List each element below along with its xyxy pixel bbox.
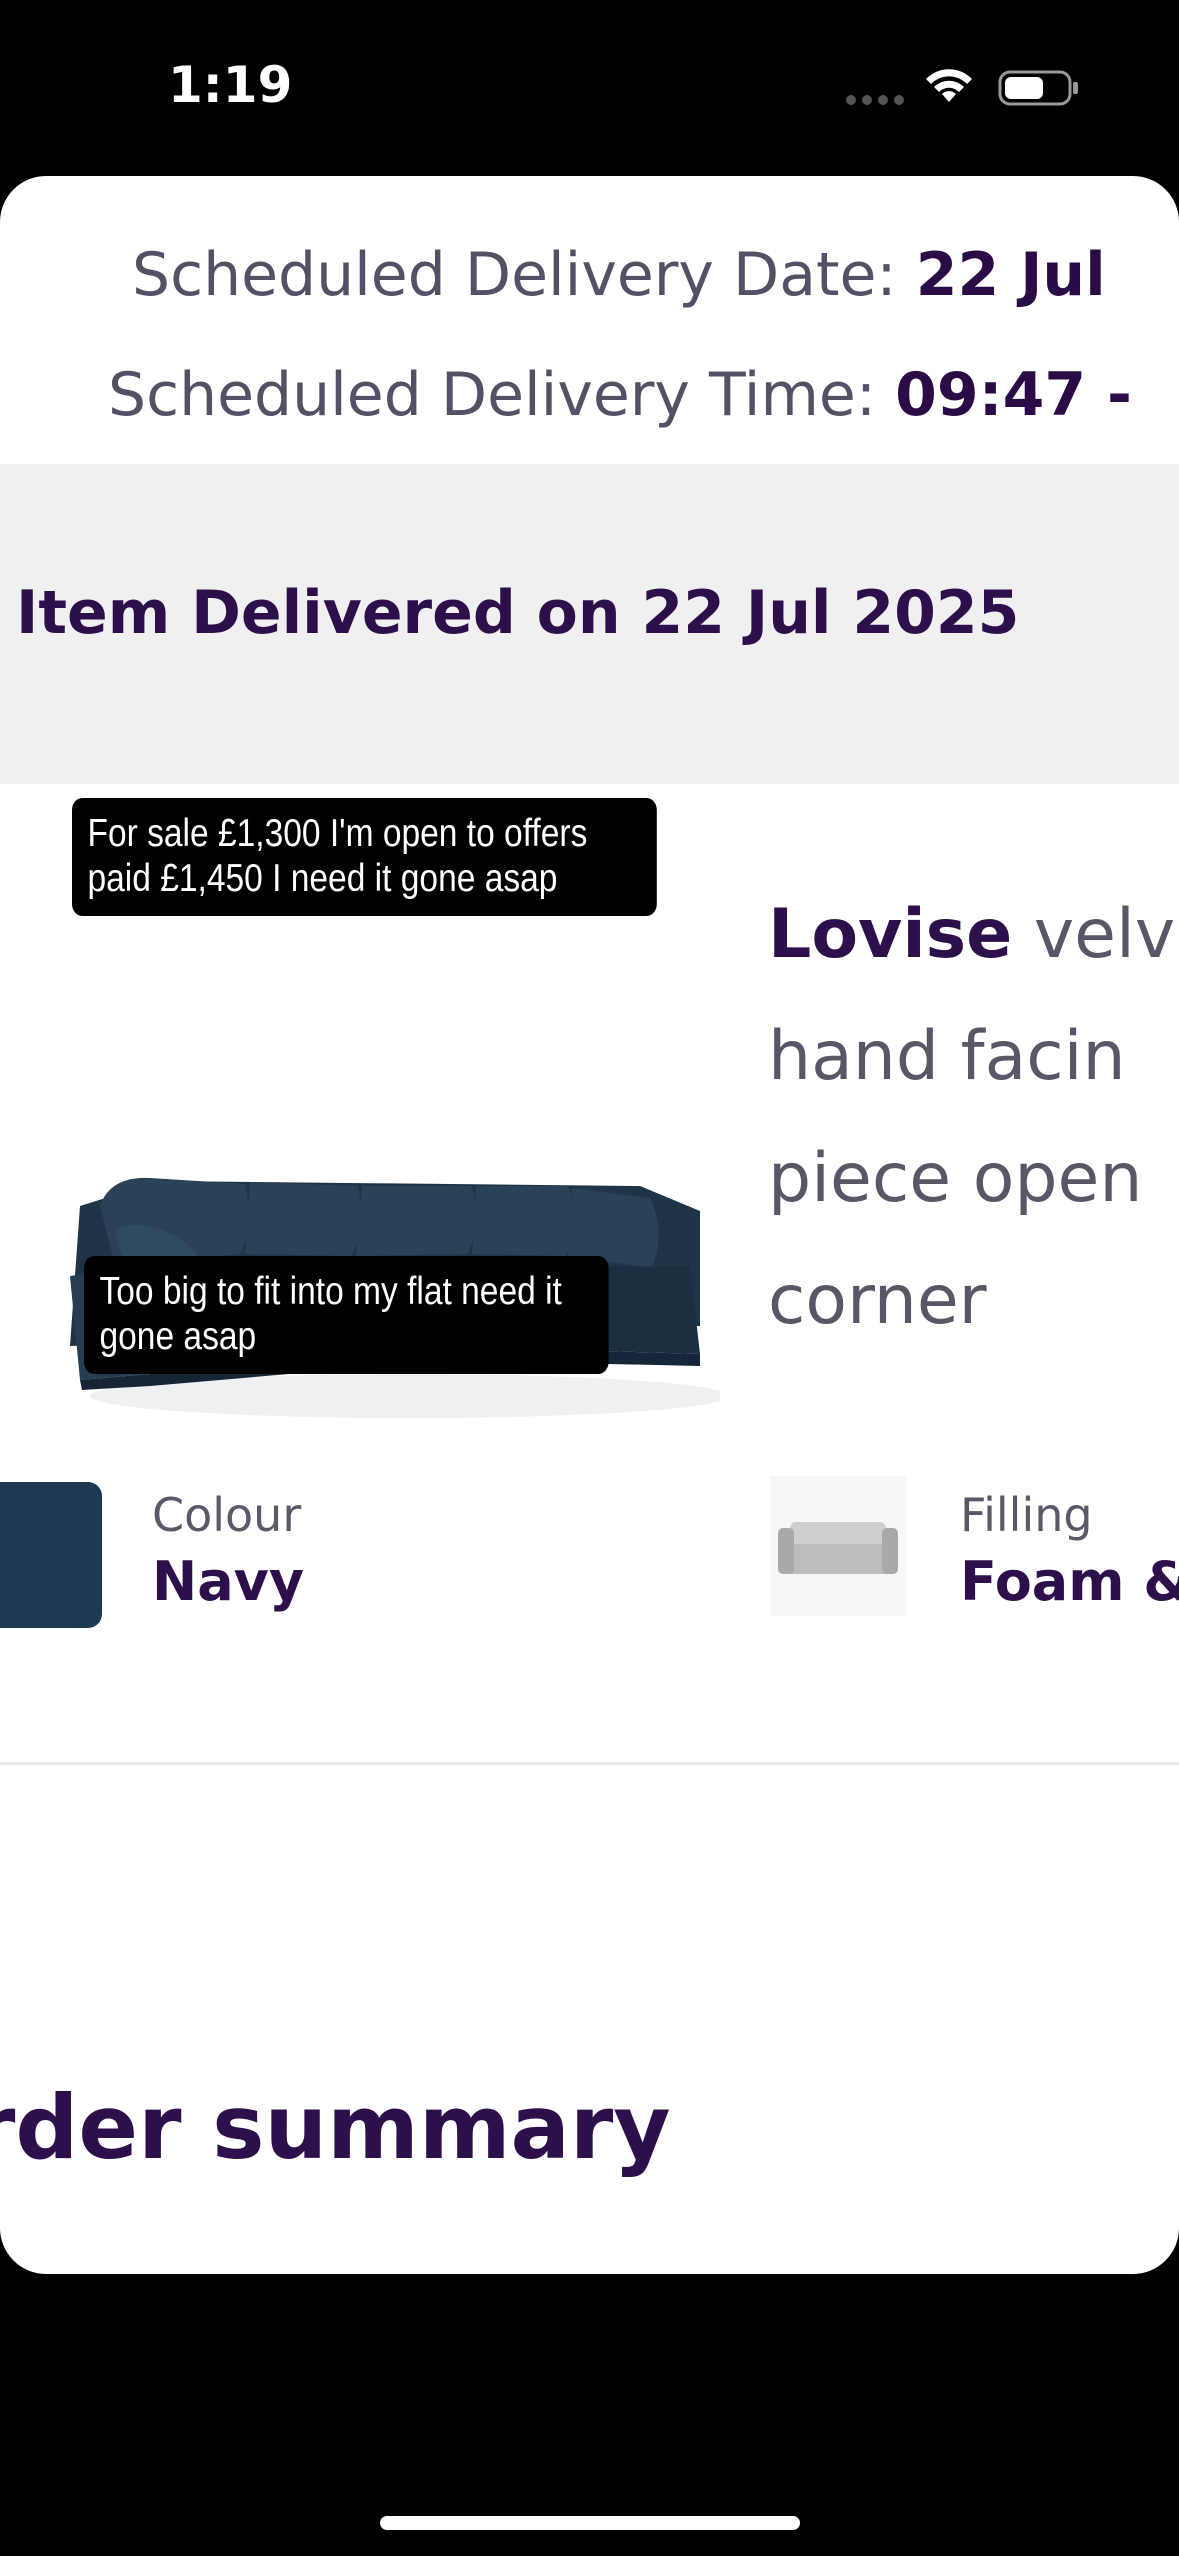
scheduled-time-value: 09:47 -: [895, 360, 1132, 430]
product-name: Lovise: [768, 895, 1013, 974]
scheduled-time-label: Scheduled Delivery Time:: [108, 360, 896, 430]
product-title-line3: piece open: [768, 1139, 1143, 1218]
scheduled-delivery-date: Scheduled Delivery Date: 22 Jul: [132, 240, 1106, 310]
product-title-line1: velv: [1012, 895, 1176, 974]
scheduled-date-value: 22 Jul: [915, 240, 1106, 310]
wifi-icon: [926, 69, 972, 102]
colour-swatch: [0, 1482, 102, 1628]
filling-value: Foam &: [960, 1550, 1179, 1613]
delivery-status-banner: Item Delivered on 22 Jul 2025: [0, 464, 1179, 784]
product-title-line2: hand facin: [768, 1017, 1126, 1096]
section-divider: [0, 1762, 1179, 1765]
product-title-line4: corner: [768, 1261, 987, 1340]
filling-thumbnail: [770, 1476, 906, 1616]
delivery-status-text: Item Delivered on 22 Jul 2025: [16, 578, 1020, 648]
battery-icon: [998, 70, 1078, 106]
colour-label: Colour: [152, 1488, 302, 1542]
cellular-signal-icon: [846, 92, 910, 110]
order-summary-heading: rder summary: [0, 2076, 671, 2179]
overlay-caption-reason: Too big to fit into my flat need it gone…: [84, 1256, 609, 1374]
scheduled-delivery-time: Scheduled Delivery Time: 09:47 -: [108, 360, 1132, 430]
product-title[interactable]: Lovise velv hand facin piece open corner: [768, 874, 1179, 1362]
filling-label: Filling: [960, 1488, 1093, 1542]
scheduled-date-label: Scheduled Delivery Date:: [132, 240, 916, 310]
colour-value: Navy: [152, 1550, 305, 1613]
home-indicator[interactable]: [380, 2516, 800, 2530]
overlay-caption-price: For sale £1,300 I'm open to offers paid …: [72, 798, 657, 916]
order-detail-card: Scheduled Delivery Date: 22 Jul Schedule…: [0, 176, 1179, 2274]
status-time: 1:19: [168, 56, 293, 114]
status-bar: 1:19: [0, 0, 1179, 176]
